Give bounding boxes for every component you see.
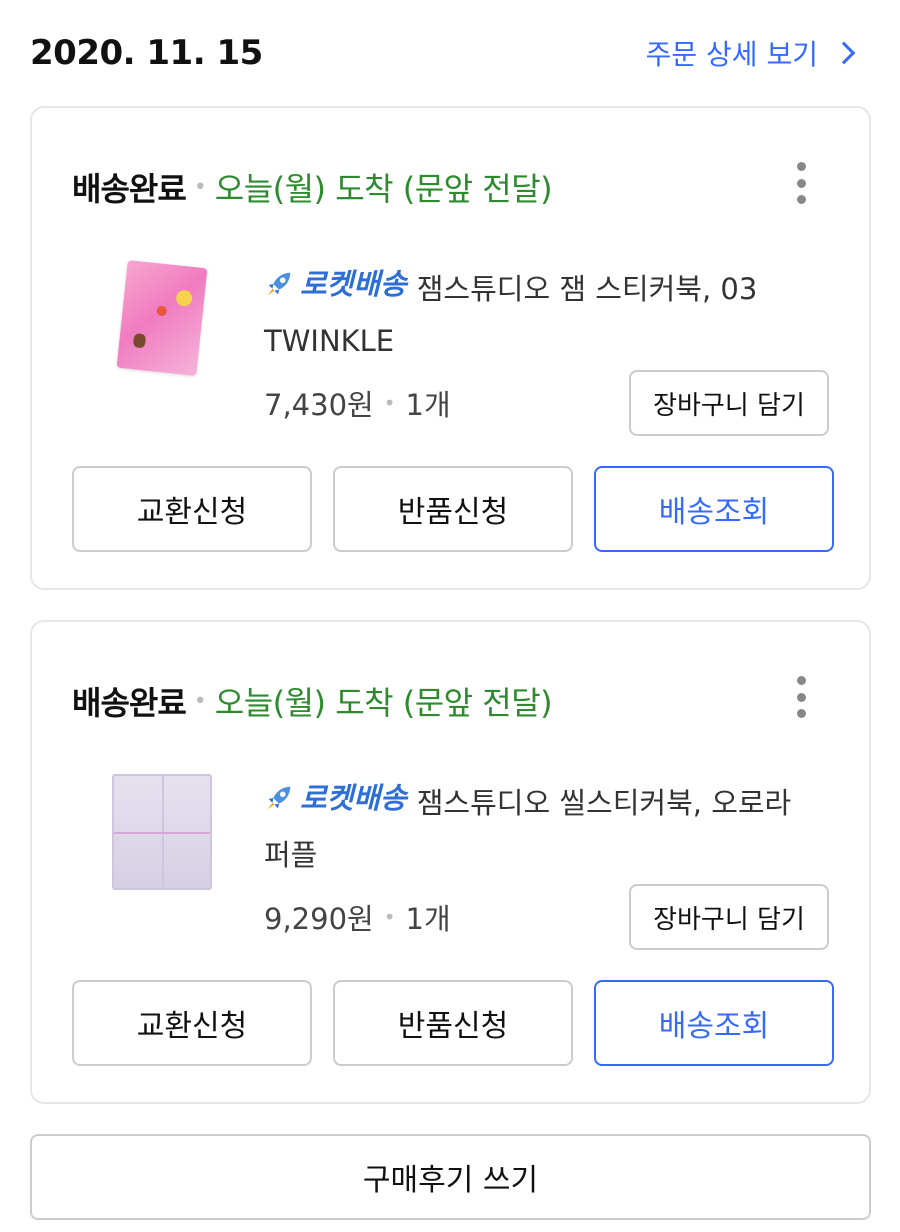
delivery-status-row: 배송완료 • 오늘(월) 도착 (문앞 전달) [72,164,553,210]
separator-dot: • [383,905,396,929]
order-date: 2020. 11. 15 [30,33,263,73]
separator-dot: • [193,688,207,714]
add-to-cart-button[interactable]: 장바구니 담기 [629,884,829,950]
write-review-button[interactable]: 구매후기 쓰기 [30,1134,871,1220]
separator-dot: • [383,391,396,415]
action-buttons: 교환신청 반품신청 배송조회 [72,466,834,552]
product-title[interactable]: 로켓배송 잼스튜디오 잼 스티커북, 03 TWINKLE [264,258,824,367]
rocket-icon [267,272,291,296]
product-image[interactable] [102,248,222,388]
delivery-status: 배송완료 [72,170,187,208]
quantity: 1개 [405,388,451,422]
quantity: 1개 [405,902,451,936]
rocket-label: 로켓배송 [300,267,407,301]
rocket-label: 로켓배송 [300,781,407,815]
delivery-status: 배송완료 [72,684,187,722]
chevron-right-icon [832,41,856,65]
order-item-card: 배송완료 • 오늘(월) 도착 (문앞 전달) 로켓배송 잼스튜디오 잼 스티커… [30,106,871,590]
more-vertical-icon[interactable] [795,162,807,204]
order-header: 2020. 11. 15 주문 상세 보기 [30,28,856,78]
price-row: 7,430원 • 1개 [264,382,451,424]
rocket-badge: 로켓배송 [264,258,407,310]
price-row: 9,290원 • 1개 [264,896,451,938]
order-detail-link[interactable]: 주문 상세 보기 [646,33,856,73]
return-button[interactable]: 반품신청 [333,980,573,1066]
action-buttons: 교환신청 반품신청 배송조회 [72,980,834,1066]
arrival-info: 오늘(월) 도착 (문앞 전달) [214,684,553,722]
exchange-button[interactable]: 교환신청 [72,980,312,1066]
product-title[interactable]: 로켓배송 잼스튜디오 씰스티커북, 오로라 퍼플 [264,772,824,881]
order-detail-label: 주문 상세 보기 [645,38,818,71]
add-to-cart-button[interactable]: 장바구니 담기 [629,370,829,436]
price: 9,290원 [264,902,374,936]
track-delivery-button[interactable]: 배송조회 [594,980,834,1066]
rocket-badge: 로켓배송 [264,772,407,824]
separator-dot: • [193,174,207,200]
delivery-status-row: 배송완료 • 오늘(월) 도착 (문앞 전달) [72,678,553,724]
price: 7,430원 [264,388,374,422]
arrival-info: 오늘(월) 도착 (문앞 전달) [214,170,553,208]
exchange-button[interactable]: 교환신청 [72,466,312,552]
product-image[interactable] [102,762,222,902]
order-item-card: 배송완료 • 오늘(월) 도착 (문앞 전달) 로켓배송 잼스튜디오 씰스티커북… [30,620,871,1104]
rocket-icon [267,786,291,810]
track-delivery-button[interactable]: 배송조회 [594,466,834,552]
return-button[interactable]: 반품신청 [333,466,573,552]
more-vertical-icon[interactable] [795,676,807,718]
